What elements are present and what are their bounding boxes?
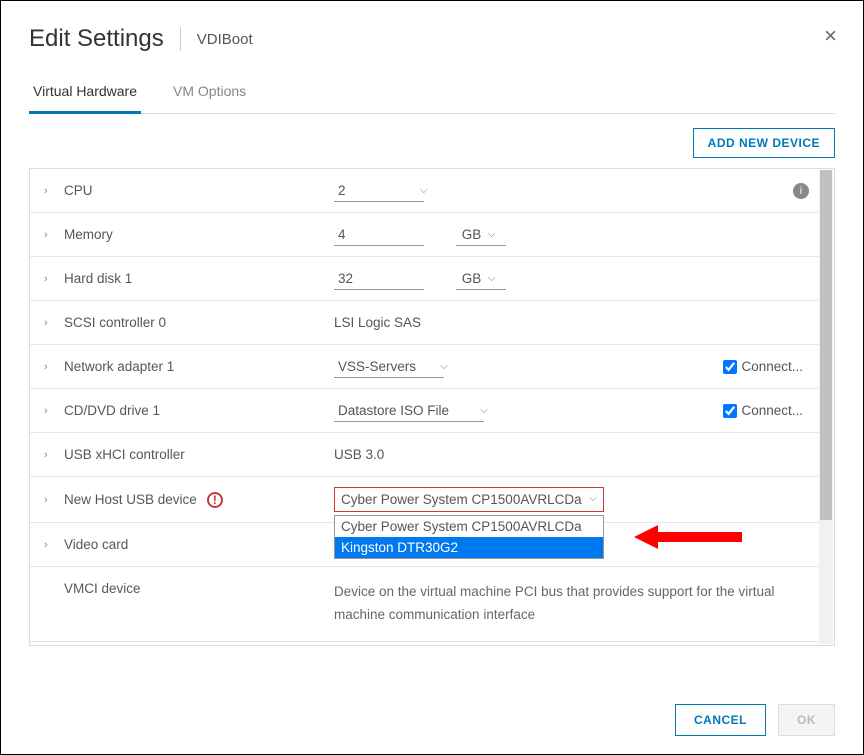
chevron-right-icon[interactable]: › [44, 317, 56, 329]
memory-label: Memory [64, 227, 334, 242]
video-label: Video card [64, 537, 334, 552]
scsi-label: SCSI controller 0 [64, 315, 334, 330]
usb-option-kingston[interactable]: Kingston DTR30G2 [335, 537, 603, 558]
chevron-right-icon[interactable]: › [44, 449, 56, 461]
cd-connect-label: Connect... [741, 403, 803, 418]
hdisk-controls: ⌵ [334, 268, 809, 290]
row-hard-disk: › Hard disk 1 ⌵ [30, 257, 819, 301]
row-cd-dvd: › CD/DVD drive 1 ⌵ Connect... [30, 389, 819, 433]
row-cpu: › CPU ⌵ i [30, 169, 819, 213]
memory-unit-select[interactable]: ⌵ [456, 224, 496, 246]
warning-icon: ! [207, 492, 223, 508]
net-connect-label: Connect... [741, 359, 803, 374]
usb-device-dropdown: Cyber Power System CP1500AVRLCDa Kingsto… [334, 515, 604, 559]
scrollbar-thumb[interactable] [820, 170, 832, 520]
cpu-label: CPU [64, 183, 334, 198]
cancel-button[interactable]: CANCEL [675, 704, 766, 736]
cd-connect-checkbox[interactable]: Connect... [723, 403, 803, 418]
scsi-value: LSI Logic SAS [334, 315, 809, 330]
vertical-scrollbar[interactable] [819, 170, 833, 644]
memory-value-input[interactable] [334, 224, 424, 246]
tab-bar: Virtual Hardware VM Options [29, 73, 835, 114]
chevron-down-icon: ⌵ [589, 493, 597, 504]
net-label: Network adapter 1 [64, 359, 334, 374]
dialog-footer: CANCEL OK [1, 686, 863, 754]
cd-label: CD/DVD drive 1 [64, 403, 334, 418]
usb-device-select[interactable]: Cyber Power System CP1500AVRLCDa ⌵ [334, 487, 604, 512]
usb-option-cyberpower[interactable]: Cyber Power System CP1500AVRLCDa [335, 516, 603, 537]
hdisk-label: Hard disk 1 [64, 271, 334, 286]
toolbar: ADD NEW DEVICE [1, 114, 863, 168]
hdisk-value-input[interactable] [334, 268, 424, 290]
net-connect-checkbox[interactable]: Connect... [723, 359, 803, 374]
cd-controls: ⌵ Connect... [334, 400, 809, 422]
row-new-host-usb-device: › New Host USB device ! Cyber Power Syst… [30, 477, 819, 523]
edit-settings-dialog: Edit Settings VDIBoot × Virtual Hardware… [0, 0, 864, 755]
chevron-right-icon[interactable]: › [44, 273, 56, 285]
row-memory: › Memory ⌵ [30, 213, 819, 257]
row-vmci: VMCI device Device on the virtual machin… [30, 567, 819, 642]
row-usb-controller: › USB xHCI controller USB 3.0 [30, 433, 819, 477]
add-new-device-button[interactable]: ADD NEW DEVICE [693, 128, 835, 158]
vmci-label: VMCI device [64, 581, 334, 596]
close-icon[interactable]: × [824, 23, 837, 49]
cpu-select[interactable] [334, 180, 424, 202]
net-controls: ⌵ Connect... [334, 356, 809, 378]
chevron-right-icon[interactable]: › [44, 405, 56, 417]
cd-select[interactable] [334, 400, 484, 422]
vm-name: VDIBoot [197, 31, 253, 48]
dialog-header: Edit Settings VDIBoot [1, 1, 863, 65]
net-select[interactable] [334, 356, 444, 378]
tab-virtual-hardware[interactable]: Virtual Hardware [29, 73, 141, 114]
ok-button: OK [778, 704, 835, 736]
dialog-title: Edit Settings [29, 25, 164, 53]
chevron-right-icon[interactable]: › [44, 539, 56, 551]
chevron-right-icon[interactable]: › [44, 185, 56, 197]
cpu-controls: ⌵ i [334, 180, 809, 202]
settings-rows: › CPU ⌵ i › Memory ⌵ [30, 169, 834, 646]
chevron-right-icon[interactable]: › [44, 361, 56, 373]
hdisk-unit-select[interactable]: ⌵ [456, 268, 496, 290]
usbdev-controls: Cyber Power System CP1500AVRLCDa ⌵ Cyber… [334, 487, 809, 512]
chevron-spacer [44, 581, 56, 593]
title-divider [180, 27, 181, 51]
info-icon[interactable]: i [793, 183, 809, 199]
row-sata: SATA controller 0 AHCI [30, 642, 819, 646]
cd-connect-input[interactable] [723, 404, 737, 418]
chevron-right-icon[interactable]: › [44, 229, 56, 241]
net-connect-input[interactable] [723, 360, 737, 374]
chevron-right-icon[interactable]: › [44, 494, 56, 506]
tab-vm-options[interactable]: VM Options [169, 73, 250, 113]
settings-body: › CPU ⌵ i › Memory ⌵ [29, 168, 835, 646]
usbdev-label: New Host USB device ! [64, 492, 334, 508]
usbctrl-label: USB xHCI controller [64, 447, 334, 462]
usbctrl-value: USB 3.0 [334, 447, 809, 462]
row-scsi: › SCSI controller 0 LSI Logic SAS [30, 301, 819, 345]
vmci-desc: Device on the virtual machine PCI bus th… [334, 581, 809, 627]
memory-controls: ⌵ [334, 224, 809, 246]
row-network-adapter: › Network adapter 1 ⌵ Connect... [30, 345, 819, 389]
